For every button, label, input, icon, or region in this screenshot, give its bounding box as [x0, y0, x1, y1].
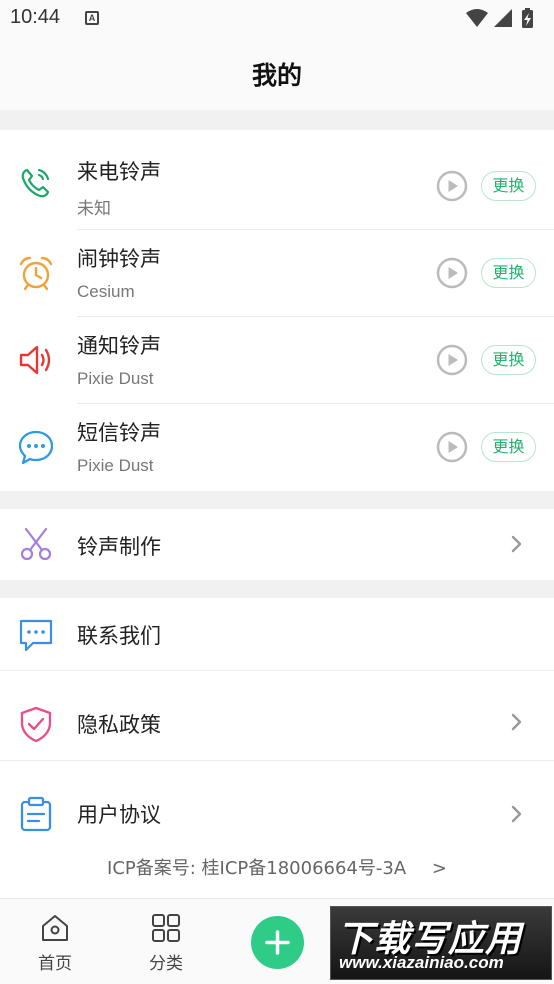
plus-icon [265, 930, 290, 955]
status-bar: 10:44 A [0, 0, 554, 36]
notification-a-icon: A [85, 11, 99, 25]
ringtone-value: 未知 [77, 199, 111, 218]
section-gap [0, 491, 554, 509]
change-button[interactable]: 更换 [481, 432, 536, 462]
wifi-icon [466, 9, 488, 27]
ringtone-row-notification[interactable]: 通知铃声 Pixie Dust 更换 [0, 317, 554, 404]
chat-bubble-icon [18, 430, 54, 465]
ringtone-row-alarm[interactable]: 闹钟铃声 Cesium 更换 [0, 230, 554, 317]
change-button[interactable]: 更换 [481, 258, 536, 288]
change-button[interactable]: 更换 [481, 171, 536, 201]
phone-ring-icon [21, 168, 50, 198]
page-title: 我的 [251, 61, 302, 90]
icp-text: ICP备案号: 桂ICP备18006664号-3A [107, 858, 407, 879]
nav-category-label: 分类 [149, 954, 183, 974]
watermark-url: www.xiazainiao.com [339, 953, 504, 972]
play-icon[interactable] [436, 344, 468, 376]
icp-arrow: > [431, 858, 447, 879]
chevron-right-icon [511, 805, 522, 823]
alarm-clock-icon [19, 256, 53, 291]
ringtone-title: 闹钟铃声 [77, 247, 161, 271]
icp-link[interactable]: ICP备案号: 桂ICP备18006664号-3A > [0, 854, 554, 880]
signal-icon [494, 9, 512, 27]
nav-home[interactable]: 首页 [15, 913, 95, 974]
play-icon[interactable] [436, 431, 468, 463]
watermark-logo: 下载写应用 www.xiazainiao.com [330, 906, 552, 980]
message-icon [19, 619, 53, 652]
section-gap [0, 110, 554, 130]
ringtone-maker-row[interactable]: 铃声制作 [0, 509, 554, 580]
menu-title: 隐私政策 [77, 713, 161, 737]
ringtone-title: 通知铃声 [77, 334, 161, 358]
status-time: 10:44 [10, 6, 61, 28]
nav-category[interactable]: 分类 [126, 913, 206, 974]
nav-home-label: 首页 [38, 954, 72, 974]
ringtone-row-incoming[interactable]: 来电铃声 未知 更换 [0, 130, 554, 230]
ringtone-value: Cesium [77, 282, 135, 301]
ringtone-value: Pixie Dust [77, 456, 154, 475]
play-icon[interactable] [436, 170, 468, 202]
menu-title: 联系我们 [77, 624, 161, 648]
ringtone-title: 短信铃声 [77, 421, 161, 445]
status-icons [464, 7, 544, 35]
grid-icon [152, 914, 180, 942]
change-button[interactable]: 更换 [481, 345, 536, 375]
page-header: 我的 [0, 36, 554, 110]
privacy-policy-row[interactable]: 隐私政策 [0, 671, 554, 761]
ringtone-value: Pixie Dust [77, 369, 154, 388]
ringtone-title: 来电铃声 [77, 160, 161, 184]
battery-charging-icon [522, 8, 533, 28]
add-button[interactable] [251, 916, 304, 969]
ringtone-row-sms[interactable]: 短信铃声 Pixie Dust 更换 [0, 404, 554, 491]
contact-us-row[interactable]: 联系我们 [0, 598, 554, 671]
clipboard-icon [20, 796, 52, 832]
user-agreement-row[interactable]: 用户协议 [0, 761, 554, 846]
menu-title: 用户协议 [77, 803, 161, 827]
ringtone-maker-title: 铃声制作 [77, 535, 161, 559]
chevron-right-icon [511, 535, 522, 553]
chevron-right-icon [511, 713, 522, 731]
speaker-icon [19, 345, 51, 375]
section-gap [0, 580, 554, 598]
shield-check-icon [20, 706, 52, 743]
scissors-icon [20, 527, 52, 561]
home-icon [42, 915, 68, 941]
play-icon[interactable] [436, 257, 468, 289]
